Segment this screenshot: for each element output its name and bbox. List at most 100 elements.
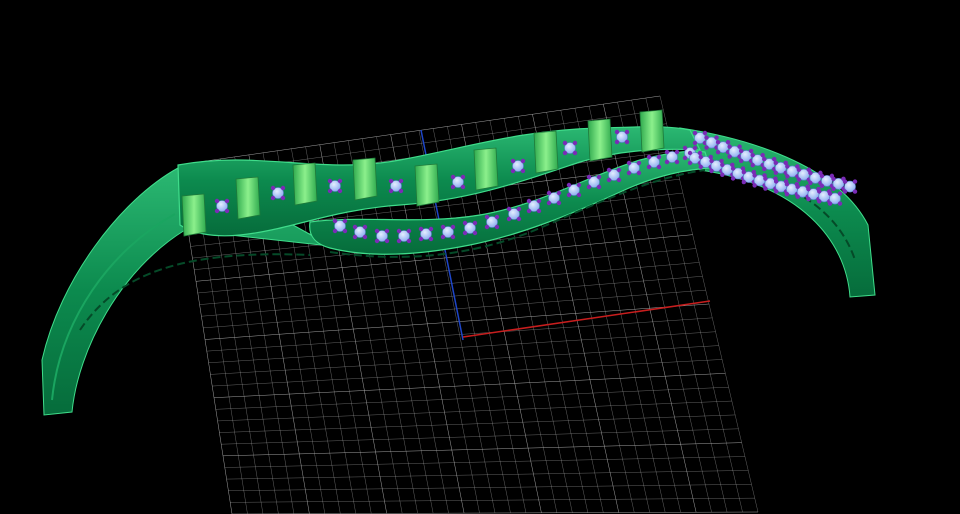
prong [484,214,490,220]
prong [440,224,446,230]
prong [748,148,754,154]
prong [708,154,713,160]
prong [388,188,394,194]
prong [388,178,394,184]
prong [624,129,630,135]
prong [337,178,343,184]
prong [332,218,338,224]
prong [852,179,858,184]
prong [440,234,446,240]
prong [852,189,858,194]
prong [526,208,532,214]
prong [270,185,276,191]
cad-3d-viewport[interactable] [0,0,960,514]
prong [808,180,813,186]
prong [450,234,456,240]
prong [806,186,811,192]
prong [741,169,747,175]
prong [626,160,632,166]
prong [730,162,735,167]
prong [795,184,800,189]
prong [842,189,848,194]
grid-line [212,359,723,387]
prong [450,224,456,230]
prong [656,154,662,160]
channel-bar [639,109,665,153]
prong [450,184,456,190]
prong [763,186,768,191]
prong [506,216,512,222]
grid-line [230,497,755,503]
prong [428,236,434,242]
prong [556,200,562,206]
prong [606,167,612,173]
prong [510,168,516,174]
prong [396,228,402,234]
prong [752,183,757,188]
prong [406,228,412,234]
prong [484,224,490,230]
ring-band-model[interactable] [41,109,876,416]
prong [737,144,742,149]
grid-line [215,386,729,410]
prong [646,154,652,160]
prong [709,168,714,174]
prong [616,167,622,173]
prong [752,173,757,178]
grid-line [217,400,732,422]
prong [342,228,348,234]
prong [773,189,779,194]
prong [817,199,822,204]
prong [687,160,693,166]
grid-line [228,484,752,491]
prong [656,164,662,170]
prong [795,194,800,199]
prong [784,181,790,187]
prong [687,150,693,156]
prong [750,152,755,158]
prong [714,135,719,140]
prong [520,168,526,174]
prong [526,198,532,204]
prong [616,177,622,183]
prong [384,238,390,244]
prong [819,173,825,179]
prong [741,179,747,185]
prong [785,174,790,179]
prong [763,176,768,181]
grid-line [226,470,749,480]
prong [586,184,592,190]
prong [664,159,670,165]
prong [837,201,843,206]
prong [720,162,725,167]
prong [730,166,736,171]
channel-bar [181,193,207,237]
prong [596,174,602,180]
prong [398,178,404,184]
grid-line [221,428,739,445]
prong [418,236,424,242]
channel-bar [473,147,499,191]
prong [406,238,412,244]
prong [396,238,402,244]
prong [784,191,790,197]
prong [506,206,512,212]
prong [760,152,765,158]
prong [352,224,358,230]
prong [352,234,358,240]
prong [715,149,721,155]
prong [516,216,522,222]
prong [520,158,526,164]
prong [738,148,744,154]
right-shank [679,127,876,298]
prong [725,139,731,145]
prong [576,182,582,188]
prong [546,200,552,206]
prong [606,177,612,183]
prong [704,135,709,140]
channel-bar [292,162,318,206]
prong [280,195,286,201]
prong [730,176,736,181]
prong [224,208,230,214]
prong [472,230,478,236]
